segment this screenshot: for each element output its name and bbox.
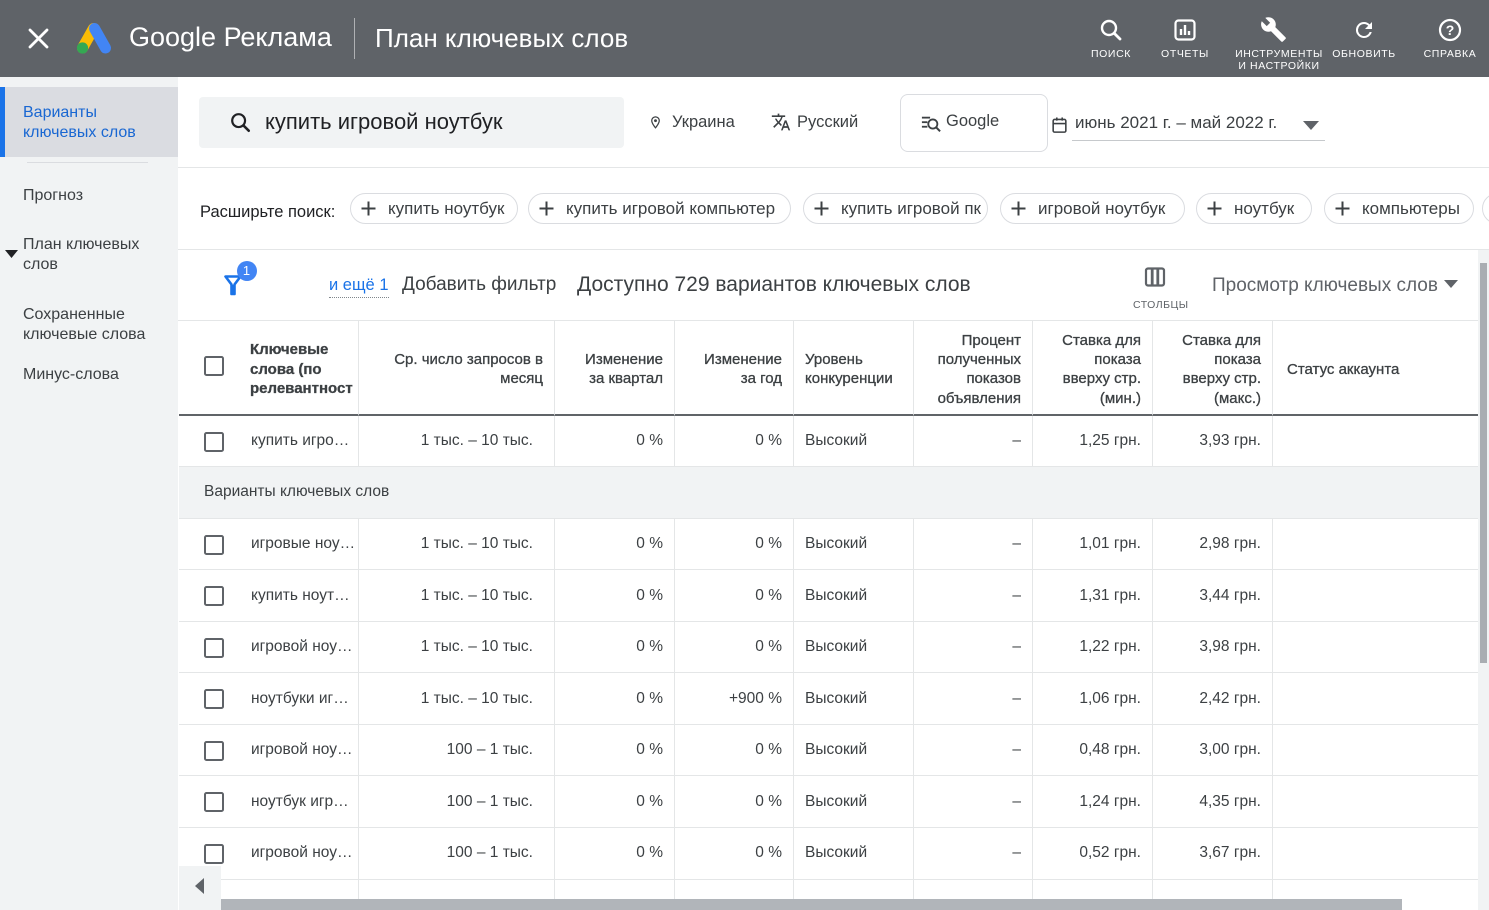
svg-text:?: ? (1446, 22, 1455, 38)
